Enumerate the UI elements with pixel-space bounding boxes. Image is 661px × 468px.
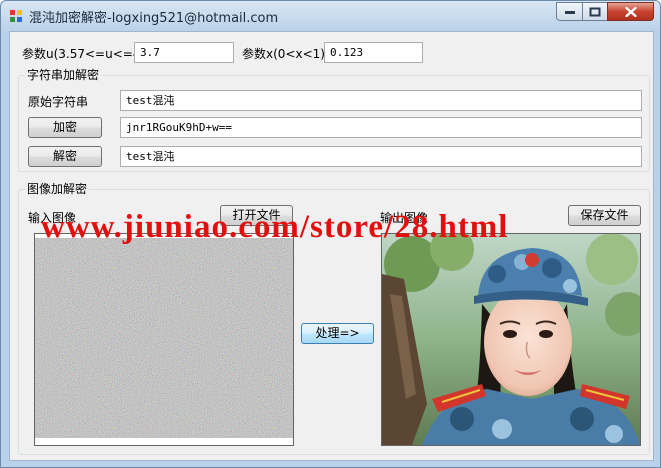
title-bar[interactable]: 混沌加密解密-logxing521@hotmail.com bbox=[1, 1, 660, 30]
param-u-input[interactable]: 3.7 bbox=[134, 42, 234, 63]
window-title: 混沌加密解密-logxing521@hotmail.com bbox=[29, 11, 279, 26]
decrypted-string-input[interactable]: test混沌 bbox=[120, 146, 642, 167]
encrypted-noise-image bbox=[35, 234, 293, 445]
string-group-title: 字符串加解密 bbox=[25, 68, 102, 82]
minimize-button[interactable] bbox=[556, 2, 583, 21]
input-image-box[interactable] bbox=[34, 233, 294, 446]
original-string-input[interactable]: test混沌 bbox=[120, 90, 642, 111]
encrypt-button[interactable]: 加密 bbox=[28, 117, 102, 138]
process-button[interactable]: 处理=> bbox=[301, 323, 374, 344]
minimize-icon bbox=[564, 10, 575, 14]
maximize-button[interactable] bbox=[582, 2, 608, 21]
app-icon bbox=[10, 10, 22, 22]
close-button[interactable] bbox=[607, 2, 654, 21]
output-image-box[interactable] bbox=[381, 233, 641, 446]
param-x-label: 参数x(0<x<1) bbox=[242, 47, 325, 61]
original-string-label: 原始字符串 bbox=[28, 95, 89, 109]
param-u-label: 参数u(3.57<=u<=4) bbox=[22, 47, 146, 61]
portrait-photo bbox=[382, 234, 640, 445]
watermark-text: www.jiuniao.com/store/28.html bbox=[41, 209, 509, 245]
close-icon bbox=[625, 6, 636, 17]
decrypt-button[interactable]: 解密 bbox=[28, 146, 102, 167]
app-window: 混沌加密解密-logxing521@hotmail.com 参数u(3.57<=… bbox=[0, 0, 661, 468]
param-x-input[interactable]: 0.123 bbox=[324, 42, 423, 63]
image-group-title: 图像加解密 bbox=[25, 182, 90, 196]
encrypted-string-input[interactable]: jnr1RGouK9hD+w== bbox=[120, 117, 642, 138]
save-file-button[interactable]: 保存文件 bbox=[568, 205, 641, 226]
maximize-icon bbox=[589, 7, 601, 16]
client-area: 参数u(3.57<=u<=4) 3.7 参数x(0<x<1) 0.123 字符串… bbox=[9, 31, 654, 461]
